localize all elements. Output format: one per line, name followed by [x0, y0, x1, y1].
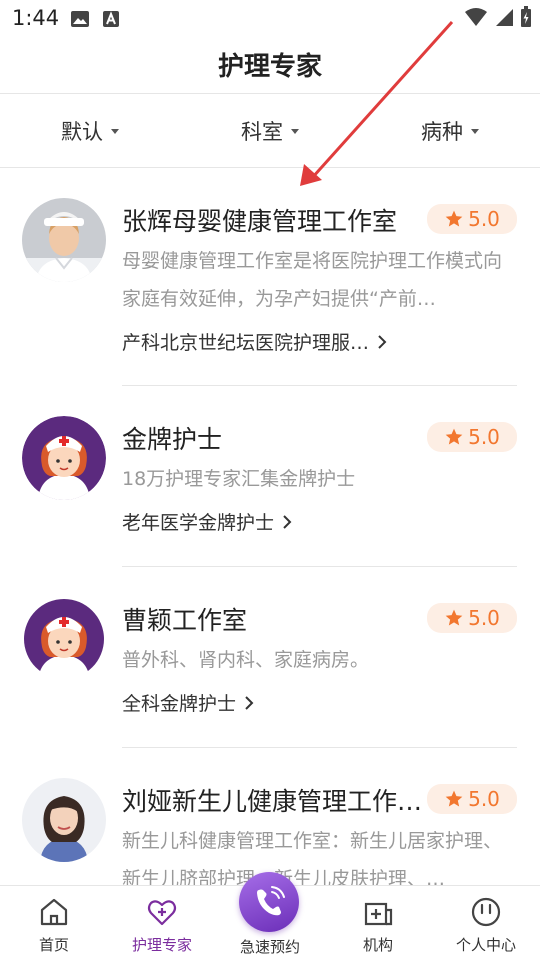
expert-tag-label: 全科金牌护士	[122, 693, 237, 715]
photo-woman-nurse-icon	[22, 198, 106, 282]
status-icons	[464, 6, 532, 28]
rating-value: 5.0	[468, 606, 500, 630]
page-title: 护理专家	[217, 52, 322, 82]
expert-card[interactable]: 刘娅新生儿健康管理工作… 5.0 新生儿科健康管理工作室：新生儿居家护理、新生儿…	[0, 748, 540, 885]
expert-tag[interactable]: 全科金牌护士	[122, 689, 254, 716]
nav-profile[interactable]: 个人中心	[432, 886, 540, 960]
rating-badge: 5.0	[427, 603, 517, 633]
filter-label: 默认	[61, 119, 103, 144]
home-icon	[40, 898, 68, 926]
quick-booking-label: 急速预约	[239, 938, 300, 956]
expert-list: 张辉母婴健康管理工作室 5.0 母婴健康管理工作室是将医院护理工作模式向家庭有效…	[0, 168, 540, 885]
expert-name: 金牌护士	[122, 425, 223, 454]
filter-disease[interactable]: 病种	[360, 94, 540, 167]
filter-default[interactable]: 默认	[0, 94, 180, 167]
expert-description: 新生儿科健康管理工作室：新生儿居家护理、新生儿脐部护理、新生儿皮肤护理、…	[122, 830, 503, 885]
signal-icon	[496, 9, 513, 26]
caret-down-icon	[291, 129, 299, 134]
chevron-right-icon	[283, 514, 292, 529]
expert-tag-label: 老年医学金牌护士	[122, 512, 275, 534]
profile-icon	[471, 897, 501, 927]
phone-call-icon	[257, 886, 285, 916]
star-icon	[445, 790, 463, 807]
clinic-icon	[364, 902, 393, 926]
cartoon-nurse-icon	[22, 597, 106, 681]
quick-booking-button[interactable]	[239, 872, 299, 932]
expert-description: 母婴健康管理工作室是将医院护理工作模式向家庭有效延伸，为孕产妇提供“产前…	[122, 250, 503, 310]
nav-label: 个人中心	[455, 936, 516, 954]
star-icon	[445, 428, 463, 445]
filter-bar: 默认 科室 病种	[0, 94, 540, 168]
battery-icon	[521, 6, 531, 27]
rating-badge: 5.0	[427, 422, 517, 452]
nurse-heart-icon	[147, 900, 177, 926]
rating-value: 5.0	[468, 207, 500, 231]
star-icon	[445, 609, 463, 626]
caret-down-icon	[471, 129, 479, 134]
rating-value: 5.0	[468, 425, 500, 449]
expert-tag[interactable]: 产科北京世纪坛医院护理服…	[122, 328, 387, 355]
expert-card[interactable]: 张辉母婴健康管理工作室 5.0 母婴健康管理工作室是将医院护理工作模式向家庭有效…	[0, 168, 540, 386]
expert-name: 刘娅新生儿健康管理工作…	[122, 787, 422, 816]
expert-name: 曹颖工作室	[122, 606, 248, 635]
chevron-right-icon	[245, 695, 254, 710]
nav-institutions[interactable]: 机构	[324, 886, 432, 960]
caret-down-icon	[111, 129, 119, 134]
expert-card[interactable]: 曹颖工作室 5.0 普外科、肾内科、家庭病房。 全科金牌护士	[0, 567, 540, 748]
filter-department[interactable]: 科室	[180, 94, 360, 167]
expert-tag-label: 产科北京世纪坛医院护理服…	[122, 332, 370, 354]
status-bar: 1:44	[0, 0, 540, 36]
chevron-right-icon	[378, 334, 387, 349]
nav-home[interactable]: 首页	[0, 886, 108, 960]
expert-name: 张辉母婴健康管理工作室	[122, 207, 398, 236]
app-header: 护理专家	[0, 36, 540, 94]
cartoon-nurse-icon	[22, 416, 106, 500]
image-notification-icon	[71, 11, 89, 27]
a-notification-icon	[103, 11, 119, 27]
rating-badge: 5.0	[427, 784, 517, 814]
rating-badge: 5.0	[427, 204, 517, 234]
nav-label: 首页	[38, 936, 69, 954]
filter-label: 科室	[241, 119, 283, 144]
expert-description: 普外科、肾内科、家庭病房。	[122, 649, 370, 671]
nav-label: 护理专家	[131, 936, 192, 954]
wifi-icon	[465, 8, 487, 26]
expert-tag[interactable]: 老年医学金牌护士	[122, 508, 292, 535]
nav-label: 机构	[362, 936, 393, 954]
expert-card[interactable]: 金牌护士 5.0 18万护理专家汇集金牌护士 老年医学金牌护士	[0, 386, 540, 567]
rating-value: 5.0	[468, 787, 500, 811]
photo-woman-icon	[22, 778, 106, 862]
status-time: 1:44	[12, 6, 60, 30]
star-icon	[445, 210, 463, 227]
expert-description: 18万护理专家汇集金牌护士	[122, 468, 356, 490]
nav-nursing-experts[interactable]: 护理专家	[108, 886, 216, 960]
filter-label: 病种	[421, 119, 463, 144]
